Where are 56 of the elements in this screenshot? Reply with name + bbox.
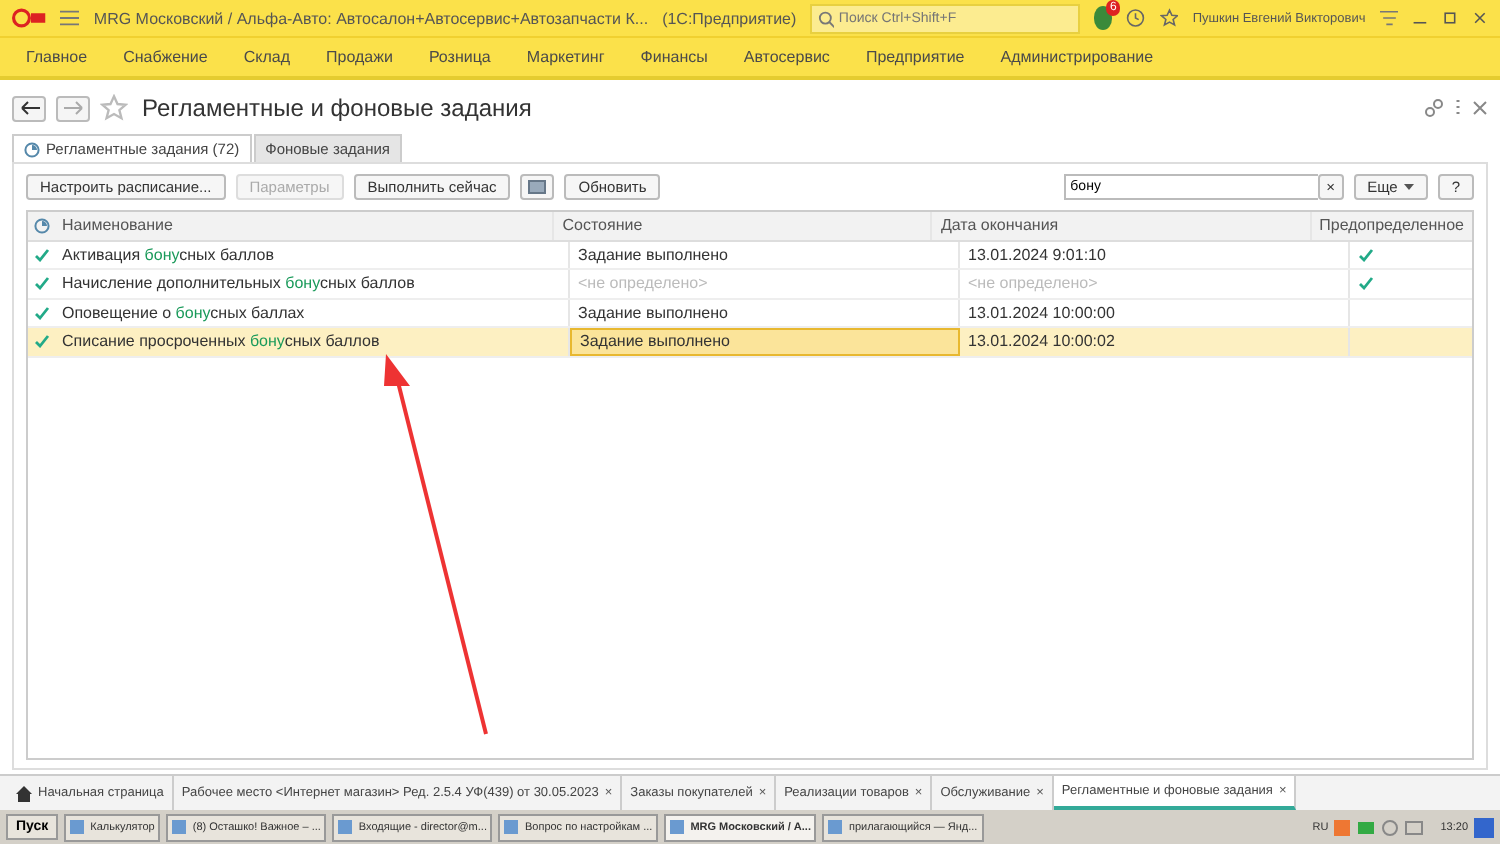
back-button[interactable] <box>12 95 46 121</box>
table-cell: 13.01.2024 10:00:02 <box>960 328 1350 355</box>
status-column-icon <box>33 217 49 234</box>
app-icon <box>172 820 187 834</box>
image-button[interactable] <box>520 174 555 200</box>
menu-item[interactable]: Розница <box>410 48 509 66</box>
menu-item[interactable]: Продажи <box>308 48 411 66</box>
table-cell: Задание выполнено <box>570 328 960 355</box>
menu-item[interactable]: Автосервис <box>725 48 848 66</box>
forward-button[interactable] <box>56 95 90 121</box>
table-cell: Задание выполнено <box>570 241 960 268</box>
table-cell: Активация бонусных баллов <box>54 241 570 268</box>
app-icon <box>504 820 519 834</box>
desktop-icon[interactable] <box>1474 817 1494 837</box>
caret-icon <box>1403 184 1414 190</box>
star-icon[interactable] <box>100 94 128 122</box>
close-icon[interactable] <box>1472 100 1488 116</box>
restore-icon[interactable] <box>1442 8 1459 28</box>
link-icon[interactable] <box>1424 98 1444 118</box>
column-header[interactable]: Предопределенное <box>1311 212 1472 239</box>
column-header[interactable]: Дата окончания <box>932 212 1312 239</box>
logo-icon <box>12 6 47 30</box>
history-icon[interactable] <box>1126 6 1146 30</box>
home-icon <box>16 785 32 801</box>
close-icon[interactable] <box>1472 8 1489 28</box>
app-icon <box>338 820 353 834</box>
window-title: MRG Московский / Альфа-Авто: Автосалон+Автосервис+Автозапчасти К... <box>93 9 649 27</box>
column-header[interactable]: Состояние <box>554 212 933 239</box>
app-icon <box>828 820 843 834</box>
menu-item[interactable]: Предприятие <box>847 48 983 66</box>
settings-icon[interactable] <box>1379 8 1399 28</box>
table-cell: Задание выполнено <box>570 299 960 326</box>
table-cell: 13.01.2024 9:01:10 <box>960 241 1350 268</box>
picture-icon <box>528 180 547 194</box>
table-cell: Начисление дополнительных бонусных баллов <box>54 270 570 297</box>
menu-item[interactable]: Главное <box>8 48 106 66</box>
table-cell: 13.01.2024 10:00:00 <box>960 299 1350 326</box>
table-cell: <не определено> <box>570 270 960 297</box>
app-icon <box>670 820 685 834</box>
menu-item[interactable]: Администрирование <box>982 48 1172 66</box>
menu-icon[interactable] <box>60 8 80 28</box>
clock-icon <box>24 141 40 157</box>
menu-item[interactable]: Снабжение <box>105 48 226 66</box>
column-header[interactable]: Наименование <box>54 212 555 239</box>
search-icon <box>818 9 835 27</box>
star-icon[interactable] <box>1159 6 1179 30</box>
app-icon <box>70 820 85 834</box>
table-cell: <не определено> <box>960 270 1350 297</box>
page-title: Регламентные и фоновые задания <box>142 94 532 122</box>
app-name: (1С:Предприятие) <box>662 9 797 27</box>
table-cell: Оповещение о бонусных баллах <box>54 299 570 326</box>
right-arrow-icon <box>63 100 83 116</box>
menu-item[interactable]: Финансы <box>622 48 726 66</box>
menu-item[interactable]: Маркетинг <box>508 48 623 66</box>
left-arrow-icon <box>19 100 39 116</box>
menu-item[interactable]: Склад <box>225 48 309 66</box>
